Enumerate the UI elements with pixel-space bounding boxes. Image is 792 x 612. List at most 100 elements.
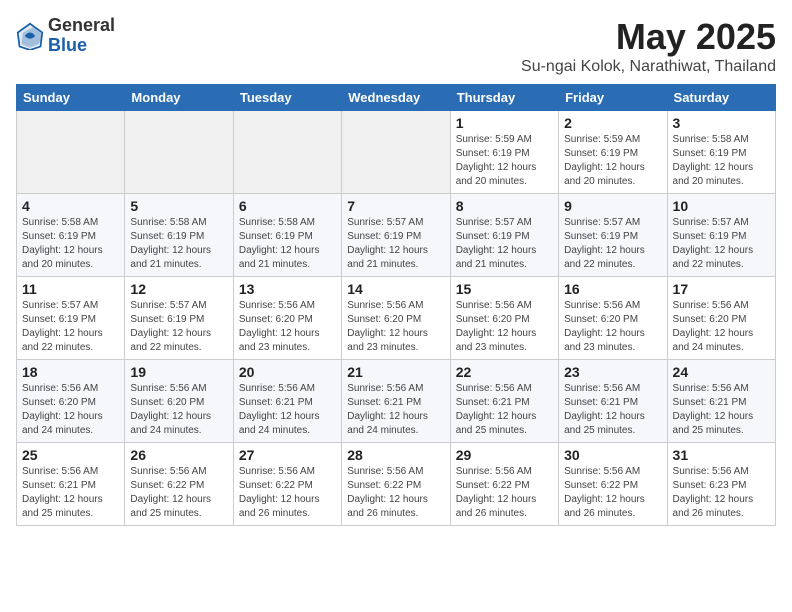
day-info: Sunrise: 5:56 AM Sunset: 6:21 PM Dayligh… [456,382,553,438]
day-number: 28 [347,447,444,463]
day-number: 13 [239,281,336,297]
day-info: Sunrise: 5:56 AM Sunset: 6:22 PM Dayligh… [564,465,661,521]
day-info: Sunrise: 5:56 AM Sunset: 6:20 PM Dayligh… [673,299,770,355]
weekday-header: Monday [125,85,233,111]
day-info: Sunrise: 5:56 AM Sunset: 6:21 PM Dayligh… [239,382,336,438]
logo-general: General [48,16,115,36]
day-info: Sunrise: 5:56 AM Sunset: 6:20 PM Dayligh… [130,382,227,438]
day-info: Sunrise: 5:56 AM Sunset: 6:20 PM Dayligh… [456,299,553,355]
day-info: Sunrise: 5:56 AM Sunset: 6:21 PM Dayligh… [673,382,770,438]
weekday-header: Saturday [667,85,775,111]
day-info: Sunrise: 5:57 AM Sunset: 6:19 PM Dayligh… [347,216,444,272]
calendar-day-cell: 5Sunrise: 5:58 AM Sunset: 6:19 PM Daylig… [125,194,233,277]
calendar-day-cell [342,111,450,194]
day-number: 27 [239,447,336,463]
day-number: 25 [22,447,119,463]
weekday-header: Wednesday [342,85,450,111]
calendar-day-cell [125,111,233,194]
day-number: 3 [673,115,770,131]
calendar-day-cell [233,111,341,194]
day-number: 14 [347,281,444,297]
calendar-day-cell: 1Sunrise: 5:59 AM Sunset: 6:19 PM Daylig… [450,111,558,194]
calendar-week-row: 25Sunrise: 5:56 AM Sunset: 6:21 PM Dayli… [17,443,776,526]
calendar-week-row: 4 Sunrise: 5:58 AM Sunset: 6:19 PM Daylig… [17,194,776,277]
day-info: Sunrise: 5:58 AM Sunset: 6:19 PM Dayligh… [673,133,770,189]
calendar-day-cell: 21Sunrise: 5:56 AM Sunset: 6:21 PM Dayli… [342,360,450,443]
calendar-day-cell: 23 Sunrise: 5:56 AM Sunset: 6:21 PM Dayli… [559,360,667,443]
day-info: Sunrise: 5:58 AM Sunset: 6:19 PM Dayligh… [22,216,119,272]
calendar-day-cell: 29 Sunrise: 5:56 AM Sunset: 6:22 PM Dayli… [450,443,558,526]
calendar-day-cell [17,111,125,194]
calendar-table: SundayMondayTuesdayWednesdayThursdayFrid… [16,84,776,526]
calendar-day-cell: 20 Sunrise: 5:56 AM Sunset: 6:21 PM Dayli… [233,360,341,443]
calendar-day-cell: 31 Sunrise: 5:56 AM Sunset: 6:23 PM Dayli… [667,443,775,526]
day-number: 29 [456,447,553,463]
logo-blue: Blue [48,36,115,56]
logo-text: General Blue [48,16,115,56]
calendar-day-cell: 10 Sunrise: 5:57 AM Sunset: 6:19 PM Dayli… [667,194,775,277]
day-number: 15 [456,281,553,297]
day-info: Sunrise: 5:56 AM Sunset: 6:22 PM Dayligh… [130,465,227,521]
calendar-day-cell: 17 Sunrise: 5:56 AM Sunset: 6:20 PM Dayli… [667,277,775,360]
day-number: 6 [239,198,336,214]
day-number: 23 [564,364,661,380]
calendar-day-cell: 14 Sunrise: 5:56 AM Sunset: 6:20 PM Dayli… [342,277,450,360]
day-number: 7 [347,198,444,214]
day-number: 31 [673,447,770,463]
calendar-day-cell: 6Sunrise: 5:58 AM Sunset: 6:19 PM Daylig… [233,194,341,277]
calendar-day-cell: 9 Sunrise: 5:57 AM Sunset: 6:19 PM Daylig… [559,194,667,277]
calendar-day-cell: 19 Sunrise: 5:56 AM Sunset: 6:20 PM Dayli… [125,360,233,443]
day-info: Sunrise: 5:57 AM Sunset: 6:19 PM Dayligh… [22,299,119,355]
day-info: Sunrise: 5:58 AM Sunset: 6:19 PM Dayligh… [130,216,227,272]
calendar-day-cell: 30 Sunrise: 5:56 AM Sunset: 6:22 PM Dayli… [559,443,667,526]
day-number: 22 [456,364,553,380]
day-number: 30 [564,447,661,463]
calendar-day-cell: 7 Sunrise: 5:57 AM Sunset: 6:19 PM Daylig… [342,194,450,277]
day-number: 20 [239,364,336,380]
day-number: 2 [564,115,661,131]
day-info: Sunrise: 5:57 AM Sunset: 6:19 PM Dayligh… [673,216,770,272]
day-info: Sunrise: 5:56 AM Sunset: 6:22 PM Dayligh… [456,465,553,521]
calendar-day-cell: 24 Sunrise: 5:56 AM Sunset: 6:21 PM Dayli… [667,360,775,443]
calendar-day-cell: 12Sunrise: 5:57 AM Sunset: 6:19 PM Dayli… [125,277,233,360]
calendar-day-cell: 28 Sunrise: 5:56 AM Sunset: 6:22 PM Dayli… [342,443,450,526]
calendar-week-row: 1Sunrise: 5:59 AM Sunset: 6:19 PM Daylig… [17,111,776,194]
day-number: 19 [130,364,227,380]
day-info: Sunrise: 5:56 AM Sunset: 6:20 PM Dayligh… [347,299,444,355]
weekday-header-row: SundayMondayTuesdayWednesdayThursdayFrid… [17,85,776,111]
day-number: 16 [564,281,661,297]
day-info: Sunrise: 5:56 AM Sunset: 6:22 PM Dayligh… [239,465,336,521]
calendar-day-cell: 8 Sunrise: 5:57 AM Sunset: 6:19 PM Daylig… [450,194,558,277]
day-number: 12 [130,281,227,297]
weekday-header: Sunday [17,85,125,111]
day-info: Sunrise: 5:57 AM Sunset: 6:19 PM Dayligh… [456,216,553,272]
day-info: Sunrise: 5:56 AM Sunset: 6:20 PM Dayligh… [239,299,336,355]
calendar-week-row: 18Sunrise: 5:56 AM Sunset: 6:20 PM Dayli… [17,360,776,443]
title-block: May 2025 Su-ngai Kolok, Narathiwat, Thai… [521,16,776,76]
calendar-day-cell: 18Sunrise: 5:56 AM Sunset: 6:20 PM Dayli… [17,360,125,443]
day-number: 4 [22,198,119,214]
day-number: 8 [456,198,553,214]
day-number: 24 [673,364,770,380]
day-number: 11 [22,281,119,297]
calendar-day-cell: 4 Sunrise: 5:58 AM Sunset: 6:19 PM Daylig… [17,194,125,277]
calendar-day-cell: 27 Sunrise: 5:56 AM Sunset: 6:22 PM Dayli… [233,443,341,526]
day-number: 1 [456,115,553,131]
day-info: Sunrise: 5:56 AM Sunset: 6:20 PM Dayligh… [564,299,661,355]
day-info: Sunrise: 5:56 AM Sunset: 6:21 PM Dayligh… [564,382,661,438]
calendar-day-cell: 2Sunrise: 5:59 AM Sunset: 6:19 PM Daylig… [559,111,667,194]
day-number: 9 [564,198,661,214]
day-number: 17 [673,281,770,297]
page-subtitle: Su-ngai Kolok, Narathiwat, Thailand [521,58,776,76]
page-header: General Blue May 2025 Su-ngai Kolok, Nar… [16,16,776,76]
calendar-day-cell: 3 Sunrise: 5:58 AM Sunset: 6:19 PM Daylig… [667,111,775,194]
weekday-header: Thursday [450,85,558,111]
day-info: Sunrise: 5:56 AM Sunset: 6:22 PM Dayligh… [347,465,444,521]
day-number: 26 [130,447,227,463]
day-info: Sunrise: 5:57 AM Sunset: 6:19 PM Dayligh… [564,216,661,272]
page-title: May 2025 [521,16,776,58]
calendar-week-row: 11 Sunrise: 5:57 AM Sunset: 6:19 PM Dayli… [17,277,776,360]
day-number: 10 [673,198,770,214]
calendar-day-cell: 11 Sunrise: 5:57 AM Sunset: 6:19 PM Dayli… [17,277,125,360]
day-info: Sunrise: 5:56 AM Sunset: 6:23 PM Dayligh… [673,465,770,521]
